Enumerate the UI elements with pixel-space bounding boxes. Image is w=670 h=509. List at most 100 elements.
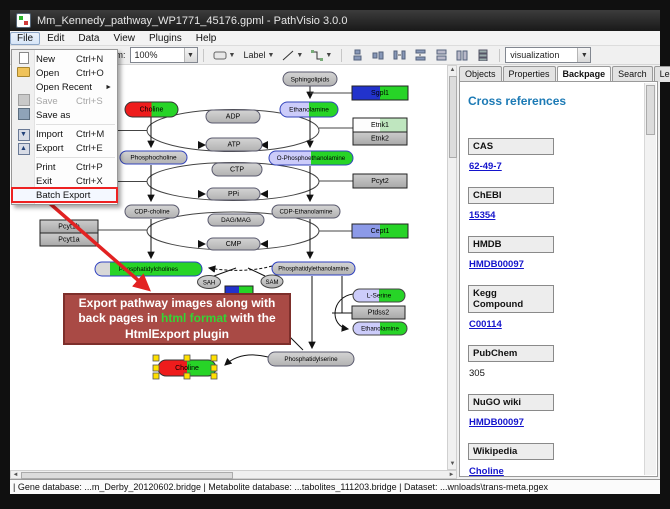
- node-cdp-choline[interactable]: CDP-choline: [125, 205, 179, 218]
- node-sah[interactable]: SAH: [198, 276, 221, 289]
- common-width-button[interactable]: [431, 47, 452, 64]
- node-label: Phosphocholine: [130, 155, 177, 162]
- menu-item-shortcut: Ctrl+P: [76, 162, 112, 173]
- node-ctp[interactable]: CTP: [212, 163, 262, 176]
- label-button[interactable]: Label ▼: [239, 47, 278, 64]
- xref-title-kegg: Kegg Compound: [468, 285, 554, 313]
- cross-references-heading: Cross references: [468, 94, 643, 108]
- xref-link-nugo[interactable]: HMDB00097: [469, 417, 524, 428]
- node-label: Pcyt1a: [58, 237, 80, 244]
- line-button[interactable]: ▼: [278, 47, 307, 64]
- xref-link-cas[interactable]: 62-49-7: [469, 161, 502, 172]
- node-ppi[interactable]: PPi: [207, 188, 260, 200]
- menu-edit[interactable]: Edit: [40, 32, 71, 45]
- menu-item-batch-export[interactable]: Batch Export: [12, 188, 117, 202]
- gene-box-etnk2[interactable]: Etnk2: [353, 132, 407, 145]
- menu-item-open-recent[interactable]: Open Recent ►: [12, 80, 117, 94]
- node-phosphatidylserine[interactable]: Phosphatidylserine: [268, 352, 354, 366]
- canvas-hscrollbar[interactable]: ◄ ►: [10, 470, 457, 479]
- node-l-serine[interactable]: L-Serine: [353, 289, 405, 302]
- node-cdp-ethanolamine[interactable]: CDP-Ethanolamine: [272, 205, 340, 218]
- menu-item-shortcut: Ctrl+O: [76, 68, 112, 79]
- menu-item-label: New: [32, 54, 76, 65]
- menu-plugins[interactable]: Plugins: [142, 32, 189, 45]
- menu-item-label: Open: [32, 68, 76, 79]
- panel-scrollbar-thumb[interactable]: [646, 85, 655, 135]
- menu-item-new[interactable]: New Ctrl+N: [12, 52, 117, 66]
- node-atp[interactable]: ATP: [206, 138, 262, 151]
- chevron-down-icon[interactable]: ▼: [577, 48, 590, 62]
- vscrollbar-thumb[interactable]: [449, 76, 457, 158]
- node-cmp[interactable]: CMP: [207, 238, 260, 250]
- menu-separator: [36, 124, 115, 125]
- menu-item-exit[interactable]: Exit Ctrl+X: [12, 174, 117, 188]
- xref-link-kegg[interactable]: C00114: [469, 319, 502, 330]
- canvas-vscrollbar[interactable]: ▲ ▼: [447, 65, 457, 470]
- menu-item-shortcut: Ctrl+N: [76, 54, 112, 65]
- menu-item-save-as[interactable]: Save as: [12, 108, 117, 122]
- xref-title-hmdb: HMDB: [468, 236, 554, 253]
- menu-item-label: Open Recent: [32, 82, 92, 93]
- common-height-button[interactable]: [452, 47, 473, 64]
- xref-link-chebi[interactable]: 15354: [469, 210, 495, 221]
- node-label: Sphingolipids: [291, 77, 330, 84]
- chevron-down-icon: ▼: [325, 52, 332, 59]
- distribute-h-icon: [393, 49, 406, 61]
- node-sphingolipids[interactable]: Sphingolipids: [283, 72, 337, 86]
- node-dag-mag[interactable]: DAG/MAG: [208, 214, 264, 226]
- menu-item-print[interactable]: Print Ctrl+P: [12, 160, 117, 174]
- menu-item-export[interactable]: ▲ Export Ctrl+E: [12, 141, 117, 155]
- datanode-button[interactable]: ▼: [209, 47, 240, 64]
- tab-objects[interactable]: Objects: [459, 66, 502, 82]
- gene-box-cept1[interactable]: Cept1: [352, 224, 408, 238]
- open-folder-icon: [15, 67, 32, 79]
- node-label: Etnk1: [371, 122, 389, 129]
- tab-properties[interactable]: Properties: [503, 66, 556, 82]
- menu-file[interactable]: File: [10, 32, 40, 45]
- gene-box-pcyt2[interactable]: Pcyt2: [353, 174, 407, 188]
- align-center-x-button[interactable]: [347, 47, 368, 64]
- node-sam[interactable]: SAM: [261, 275, 283, 288]
- menu-item-import[interactable]: ▼ Import Ctrl+M: [12, 127, 117, 141]
- node-adp[interactable]: ADP: [206, 110, 260, 123]
- common-height-icon: [456, 49, 469, 61]
- menu-item-shortcut: Ctrl+E: [76, 143, 112, 154]
- menu-item-open[interactable]: Open Ctrl+O: [12, 66, 117, 80]
- node-o-phosphoethanolamine[interactable]: O-Phosphoethanolamine: [269, 151, 353, 165]
- toolbar-separator: [499, 49, 500, 62]
- chevron-down-icon[interactable]: ▼: [184, 48, 197, 62]
- visualization-value: visualization: [510, 50, 559, 60]
- menu-data[interactable]: Data: [71, 32, 106, 45]
- align-center-y-button[interactable]: [368, 47, 389, 64]
- distribute-v-button[interactable]: [410, 47, 431, 64]
- connector-button[interactable]: ▼: [307, 47, 336, 64]
- app-icon: [16, 13, 31, 28]
- node-choline-top[interactable]: Choline: [125, 102, 178, 117]
- hscrollbar-thumb[interactable]: [21, 472, 233, 479]
- gene-box-sgpl1[interactable]: Sgpl1: [352, 86, 408, 100]
- node-phosphocholine[interactable]: Phosphocholine: [120, 151, 187, 164]
- node-ethanolamine-top[interactable]: Ethanolamine: [280, 102, 338, 117]
- xref-link-wikipedia[interactable]: Choline: [469, 466, 504, 477]
- distribute-h-button[interactable]: [389, 47, 410, 64]
- stack-button[interactable]: [473, 47, 494, 64]
- node-ethanolamine-bottom[interactable]: Ethanolamine: [353, 322, 407, 335]
- visualization-combobox[interactable]: visualization ▼: [505, 47, 591, 63]
- scroll-up-icon[interactable]: ▲: [448, 66, 457, 75]
- menu-help[interactable]: Help: [189, 32, 224, 45]
- menu-item-label: Exit: [32, 176, 76, 187]
- xref-value-pubchem: 305: [469, 368, 643, 380]
- tab-search[interactable]: Search: [612, 66, 653, 82]
- node-label: DAG/MAG: [221, 217, 251, 224]
- xref-link-hmdb[interactable]: HMDB00097: [469, 259, 524, 270]
- panel-scrollbar[interactable]: [644, 83, 656, 475]
- node-phosphatidylcholines[interactable]: Phosphatidylcholines: [95, 262, 202, 276]
- tab-backpage[interactable]: Backpage: [557, 66, 612, 82]
- gene-box-ptdss2[interactable]: Ptdss2: [352, 306, 405, 319]
- gene-box-etnk1[interactable]: Etnk1: [353, 118, 407, 132]
- zoom-combobox[interactable]: 100% ▼: [130, 47, 198, 63]
- scroll-down-icon[interactable]: ▼: [448, 460, 457, 469]
- tab-legend[interactable]: Legend: [654, 66, 670, 82]
- menu-view[interactable]: View: [106, 32, 142, 45]
- node-phosphatidylethanolamine[interactable]: Phosphatidylethanolamine: [272, 262, 355, 275]
